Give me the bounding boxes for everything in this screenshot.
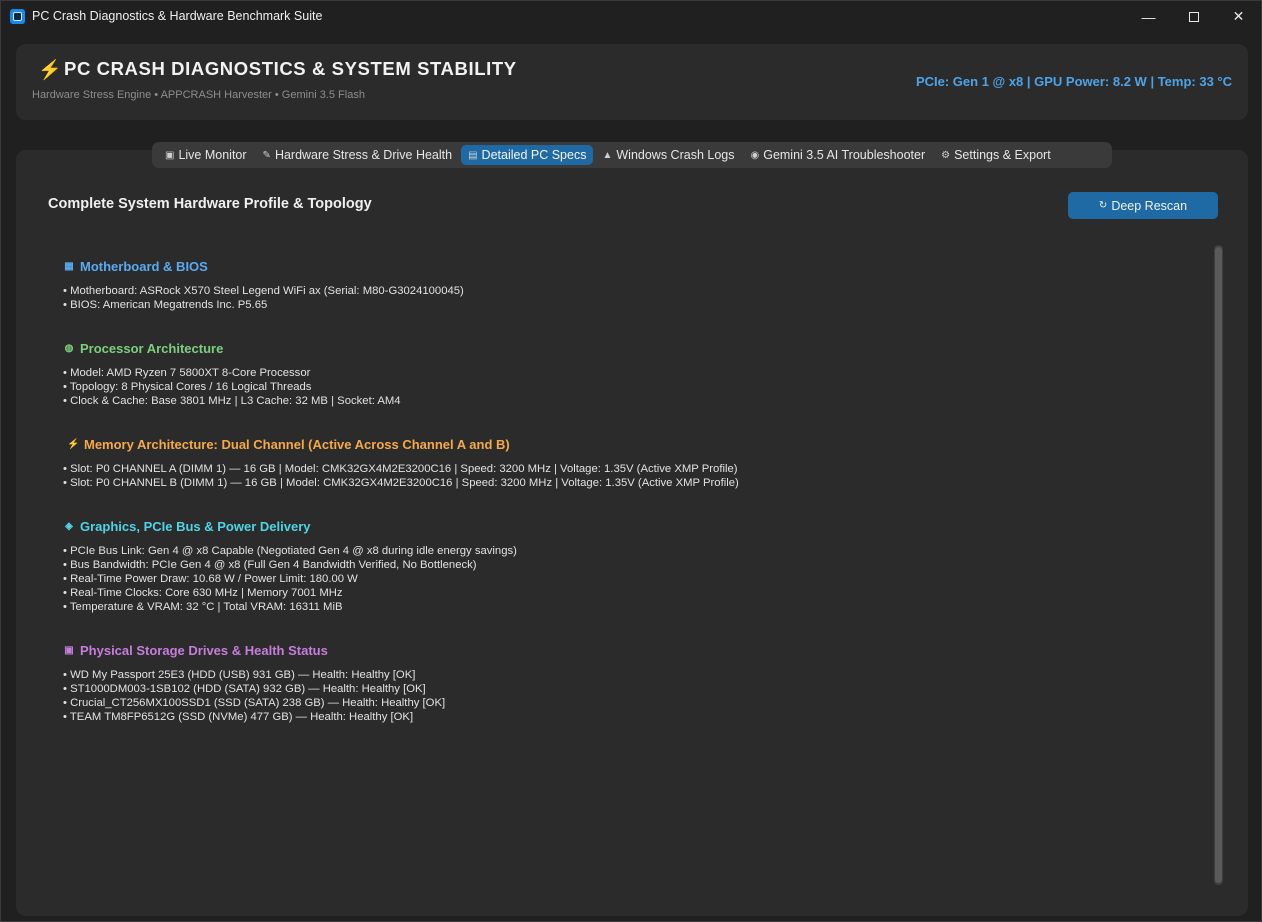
window-title: PC Crash Diagnostics & Hardware Benchmar… <box>32 9 323 23</box>
maximize-button[interactable] <box>1171 1 1216 32</box>
spec-line: • Motherboard: ASRock X570 Steel Legend … <box>63 285 464 297</box>
spec-lines: • Model: AMD Ryzen 7 5800XT 8-Core Proce… <box>63 366 401 408</box>
tab-gemini-3-5-ai-troubleshooter[interactable]: ◉ Gemini 3.5 AI Troubleshooter <box>743 145 932 165</box>
scrollbar-thumb[interactable] <box>1215 247 1222 883</box>
hardware-status-readout: PCIe: Gen 1 @ x8 | GPU Power: 8.2 W | Te… <box>915 74 1232 89</box>
spec-lines: • PCIe Bus Link: Gen 4 @ x8 Capable (Neg… <box>63 544 517 614</box>
spec-group-header: ⚡ Memory Architecture: Dual Channel (Acti… <box>67 437 739 452</box>
tab-label: Hardware Stress & Drive Health <box>274 148 453 162</box>
spec-line: • Model: AMD Ryzen 7 5800XT 8-Core Proce… <box>63 367 311 379</box>
minimize-icon: — <box>1141 8 1156 25</box>
spec-line: • Real-Time Power Draw: 10.68 W / Power … <box>63 573 358 585</box>
spec-lines: • WD My Passport 25E3 (HDD (USB) 931 GB)… <box>63 668 445 724</box>
spec-group: ⚡ Memory Architecture: Dual Channel (Acti… <box>63 437 739 490</box>
maximize-icon <box>1188 11 1199 22</box>
spec-line: • Slot: P0 CHANNEL A (DIMM 1) — 16 GB | … <box>63 463 738 475</box>
tab-live-monitor[interactable]: ▣ Live Monitor <box>158 145 254 165</box>
section-title: Complete System Hardware Profile & Topol… <box>48 196 372 212</box>
tab-detailed-pc-specs[interactable]: ▤ Detailed PC Specs <box>461 145 594 165</box>
gpu-icon: ◈ <box>65 521 73 532</box>
close-icon: ✕ <box>1232 8 1245 24</box>
warning-icon: ▲ <box>602 149 613 161</box>
spec-group-title: Memory Architecture: Dual Channel (Activ… <box>84 437 510 452</box>
tab-bar: ▣ Live Monitor ✎ Hardware Stress & Drive He… <box>152 142 1112 168</box>
app-header: ⚡ PC CRASH DIAGNOSTICS & SYSTEM STABILIT… <box>16 44 1248 120</box>
spec-line: • Crucial_CT256MX100SSD1 (SSD (SATA) 238… <box>63 697 446 709</box>
page-title: PC CRASH DIAGNOSTICS & SYSTEM STABILITY <box>64 58 517 79</box>
spec-group-title: Processor Architecture <box>80 341 224 356</box>
spec-line: • Clock & Cache: Base 3801 MHz | L3 Cach… <box>63 395 401 407</box>
spec-line: • Topology: 8 Physical Cores / 16 Logica… <box>63 381 312 393</box>
spec-line: • Slot: P0 CHANNEL B (DIMM 1) — 16 GB | … <box>63 477 739 489</box>
bolt-icon: ⚡ <box>67 439 80 450</box>
spec-line: • TEAM TM8FP6512G (SSD (NVMe) 477 GB) — … <box>63 711 414 723</box>
spec-line: • Real-Time Clocks: Core 630 MHz | Memor… <box>63 587 343 599</box>
app-logo-icon <box>10 9 25 24</box>
spec-line: • Temperature & VRAM: 32 °C | Total VRAM… <box>63 601 343 613</box>
spec-line: • ST1000DM003-1SB102 (HDD (SATA) 932 GB)… <box>63 683 426 695</box>
spec-group: ◍ Processor Architecture • Model: AMD Ryze… <box>63 341 401 408</box>
vertical-scrollbar[interactable] <box>1214 245 1223 885</box>
spec-lines: • Slot: P0 CHANNEL A (DIMM 1) — 16 GB | … <box>63 462 739 490</box>
drive-icon: ▣ <box>64 645 74 656</box>
gear-icon: ⚙ <box>941 149 951 161</box>
spec-group-header: ◈ Graphics, PCIe Bus & Power Delivery <box>63 519 517 534</box>
spec-group-header: ▣ Physical Storage Drives & Health Status <box>63 643 445 658</box>
spec-group: ▦ Motherboard & BIOS • Motherboard: ASRock… <box>63 259 464 312</box>
monitor-icon: ▣ <box>165 149 175 161</box>
spec-line: • WD My Passport 25E3 (HDD (USB) 931 GB)… <box>63 669 416 681</box>
spec-group-header: ▦ Motherboard & BIOS <box>63 259 464 274</box>
spec-lines: • Motherboard: ASRock X570 Steel Legend … <box>63 284 464 312</box>
page-subtitle: Hardware Stress Engine • APPCRASH Harves… <box>32 89 365 101</box>
minimize-button[interactable]: — <box>1126 1 1171 32</box>
spec-line: • Bus Bandwidth: PCIe Gen 4 @ x8 (Full G… <box>63 559 477 571</box>
close-button[interactable]: ✕ <box>1216 1 1261 32</box>
tab-label: Detailed PC Specs <box>481 148 587 162</box>
spec-group-title: Motherboard & BIOS <box>80 259 208 274</box>
bolt-icon: ⚡ <box>38 60 62 81</box>
brush-icon: ✎ <box>262 149 271 161</box>
tab-hardware-stress-drive-health[interactable]: ✎ Hardware Stress & Drive Health <box>256 145 460 165</box>
tab-label: Settings & Export <box>954 148 1051 162</box>
app-window: PC Crash Diagnostics & Hardware Benchmar… <box>0 0 1262 922</box>
deep-rescan-button[interactable]: ↻ Deep Rescan <box>1068 192 1218 219</box>
spec-line: • PCIe Bus Link: Gen 4 @ x8 Capable (Neg… <box>63 545 517 557</box>
spec-group: ▣ Physical Storage Drives & Health Status… <box>63 643 445 724</box>
specs-icon: ▤ <box>468 149 478 161</box>
deep-rescan-label: Deep Rescan <box>1111 198 1188 213</box>
tab-label: Live Monitor <box>178 148 247 162</box>
tab-settings-export[interactable]: ⚙ Settings & Export <box>934 145 1058 165</box>
spec-group-header: ◍ Processor Architecture <box>63 341 401 356</box>
spec-group-title: Physical Storage Drives & Health Status <box>80 643 328 658</box>
spec-group-title: Graphics, PCIe Bus & Power Delivery <box>80 519 311 534</box>
tab-label: Windows Crash Logs <box>616 148 735 162</box>
spec-group: ◈ Graphics, PCIe Bus & Power Delivery • PC… <box>63 519 517 614</box>
title-bar: PC Crash Diagnostics & Hardware Benchmar… <box>1 1 1261 32</box>
ai-icon: ◉ <box>750 149 760 161</box>
motherboard-icon: ▦ <box>64 261 74 272</box>
processor-icon: ◍ <box>64 343 74 354</box>
tab-label: Gemini 3.5 AI Troubleshooter <box>763 148 926 162</box>
tab-windows-crash-logs[interactable]: ▲ Windows Crash Logs <box>595 145 741 165</box>
spec-line: • BIOS: American Megatrends Inc. P5.65 <box>63 299 268 311</box>
refresh-icon: ↻ <box>1098 200 1108 211</box>
